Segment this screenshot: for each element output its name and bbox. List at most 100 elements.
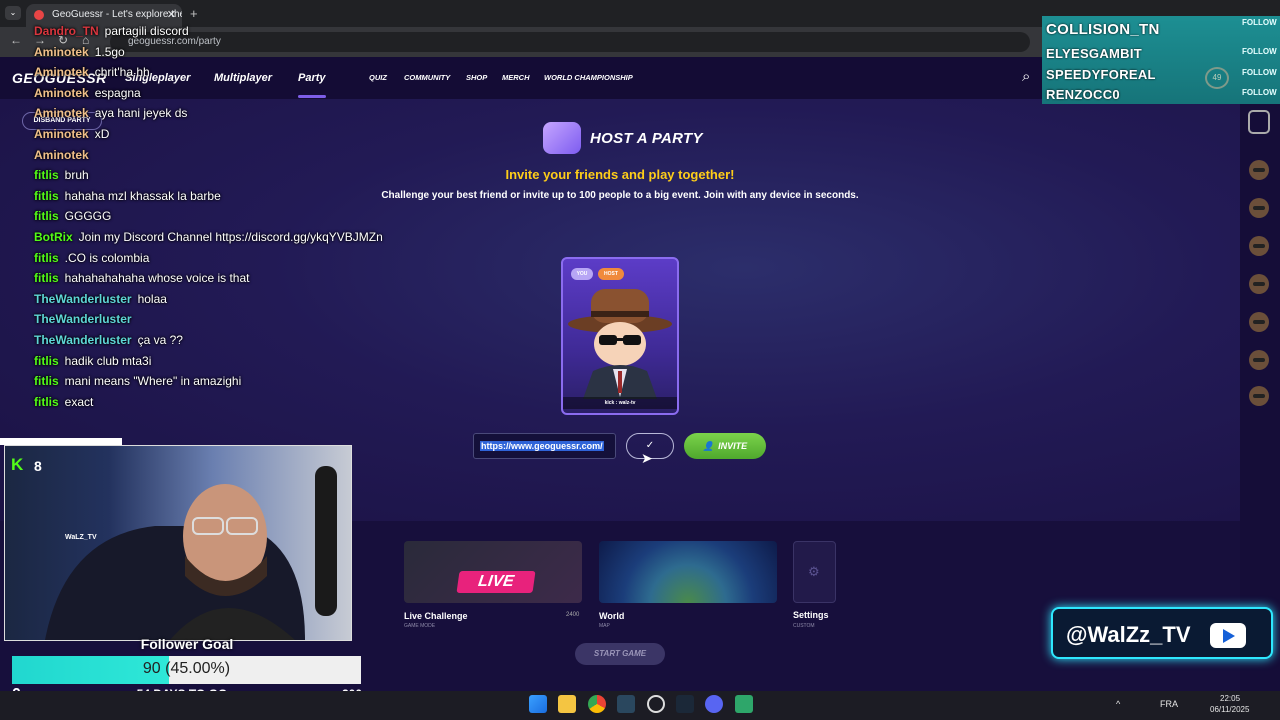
tray-chevron-icon[interactable]: ^ <box>1116 699 1120 709</box>
windows-taskbar <box>0 691 1280 720</box>
chat-text: .CO is colombia <box>64 250 150 265</box>
live-challenge-tile[interactable]: LIVE <box>404 541 582 603</box>
follower-name: RENZOCC0 <box>1046 87 1120 102</box>
new-tab-button[interactable]: + <box>190 6 198 21</box>
chat-text: ça va ?? <box>137 333 183 347</box>
member-avatar[interactable] <box>1249 350 1269 370</box>
follower-goal-title: Follower Goal <box>140 636 234 652</box>
chat-text: GGGGG <box>64 209 112 224</box>
invite-button[interactable]: 👤 INVITE <box>684 433 766 459</box>
party-shield-icon[interactable] <box>1248 110 1270 134</box>
tab-title: GeoGuessr - Let's explore the w <box>52 9 182 20</box>
member-avatar[interactable] <box>1249 274 1269 294</box>
search-icon[interactable]: ⌕ <box>1022 68 1030 85</box>
chat-text: partagili discord <box>104 24 189 38</box>
nav-world-championship[interactable]: WORLD CHAMPIONSHIP <box>544 73 633 82</box>
player-name-label: kick : walz-tv <box>563 397 677 409</box>
chat-username: TheWanderluster <box>34 291 132 306</box>
back-button[interactable]: ← <box>10 33 22 47</box>
windows-start-icon[interactable] <box>529 695 547 713</box>
steam-alt-icon[interactable] <box>676 695 694 713</box>
chat-username: fitlis <box>34 353 59 368</box>
chat-username: Dandro_TN <box>34 24 99 38</box>
member-avatar[interactable] <box>1249 312 1269 332</box>
viewer-count: 8 <box>34 458 42 474</box>
chrome-icon[interactable] <box>588 695 606 713</box>
chat-username: Aminotek <box>34 147 89 162</box>
chat-message: TheWanderluster holaa <box>34 292 167 306</box>
youtube-play-icon <box>1223 629 1235 643</box>
settings-gear-icon[interactable] <box>647 695 665 713</box>
nav-multiplayer[interactable]: Multiplayer <box>214 72 272 84</box>
chat-username: TheWanderluster <box>34 312 132 327</box>
invite-url-field[interactable]: https://www.geoguessr.com/ <box>473 433 616 459</box>
nav-active-indicator <box>298 95 326 98</box>
live-challenge-label: Live Challenge <box>404 611 468 621</box>
chat-username: fitlis <box>34 250 59 265</box>
steam-icon[interactable] <box>617 695 635 713</box>
member-avatar[interactable] <box>1249 160 1269 180</box>
tab-menu-button[interactable]: ⌄ <box>5 6 21 20</box>
clock-time[interactable]: 22:05 <box>1220 694 1240 703</box>
kick-logo-icon: K <box>11 455 24 474</box>
chat-username: BotRix <box>34 230 73 244</box>
nav-merch[interactable]: MERCH <box>502 73 530 82</box>
chat-username: Aminotek <box>34 85 89 100</box>
chat-username: fitlis <box>34 168 59 183</box>
nav-community[interactable]: COMMUNITY <box>404 73 450 82</box>
follow-label: FOLLOW <box>1242 88 1277 97</box>
follow-label: FOLLOW <box>1242 47 1277 56</box>
chat-message: TheWanderluster ça va ?? <box>34 333 183 347</box>
chat-message: Aminotek 1.5go <box>34 45 125 59</box>
page-title: HOST A PARTY <box>590 130 703 147</box>
chat-message: fitlis .CO is colombia <box>34 251 149 265</box>
chat-username: fitlis <box>34 394 59 409</box>
chat-text: hadik club mta3i <box>64 353 152 368</box>
chat-text: Join my Discord Channel https://discord.… <box>78 230 383 244</box>
follow-label: FOLLOW <box>1242 68 1277 77</box>
chat-message: Aminotek espagna <box>34 86 141 100</box>
chat-message: fitlis hahahahahaha whose voice is that <box>34 271 249 285</box>
live-banner: LIVE <box>456 571 536 593</box>
language-indicator[interactable]: FRA <box>1160 699 1178 709</box>
nav-quiz[interactable]: QUIZ <box>369 73 387 82</box>
chat-message: BotRix Join my Discord Channel https://di… <box>34 230 383 244</box>
member-avatar[interactable] <box>1249 386 1269 406</box>
add-user-icon: 👤 <box>702 441 715 451</box>
chat-username: Aminotek <box>34 65 89 80</box>
nav-shop[interactable]: SHOP <box>466 73 487 82</box>
settings-sublabel: CUSTOM <box>793 623 815 629</box>
member-avatar[interactable] <box>1249 198 1269 218</box>
chat-text: hahahahahaha whose voice is that <box>64 271 250 286</box>
streamer-image <box>45 466 337 640</box>
world-map-tile[interactable] <box>599 541 777 603</box>
start-game-button[interactable]: START GAME <box>575 643 665 665</box>
chat-text: holaa <box>137 291 167 306</box>
player-card[interactable]: YOU HOST kick : walz-tv <box>561 257 679 415</box>
chat-text: exact <box>64 394 94 409</box>
invite-url-text: https://www.geoguessr.com/ <box>480 441 604 451</box>
settings-tile[interactable]: ⚙ <box>793 541 836 603</box>
chat-username: fitlis <box>34 271 59 286</box>
chat-message: fitlis mani means "Where" in amazighi <box>34 374 241 388</box>
live-challenge-count: 2400 <box>566 612 580 618</box>
app-icon[interactable] <box>735 695 753 713</box>
chat-username: Aminotek <box>34 127 89 141</box>
member-avatar[interactable] <box>1249 236 1269 256</box>
chat-text: hahaha mzl khassak la barbe <box>64 188 221 203</box>
discord-icon[interactable] <box>705 695 723 713</box>
file-explorer-icon[interactable] <box>558 695 576 713</box>
level-badge: 49 <box>1205 67 1229 89</box>
chat-username: Aminotek <box>34 106 89 121</box>
chat-text: mani means "Where" in amazighi <box>64 374 242 389</box>
close-tab-icon[interactable]: ✕ <box>167 8 176 21</box>
address-input[interactable]: geoguessr.com/party <box>110 32 1030 52</box>
chat-text: chrit'ha hh <box>94 65 150 80</box>
follower-goal-value: 90 (45.00%) <box>142 660 231 677</box>
world-map-sublabel: MAP <box>599 623 610 629</box>
chat-text: espagna <box>94 85 141 100</box>
nav-party[interactable]: Party <box>298 72 326 84</box>
clock-date[interactable]: 06/11/2025 <box>1210 705 1249 714</box>
chat-message: Aminotek <box>34 148 95 162</box>
chat-message: fitlis GGGGG <box>34 209 111 223</box>
